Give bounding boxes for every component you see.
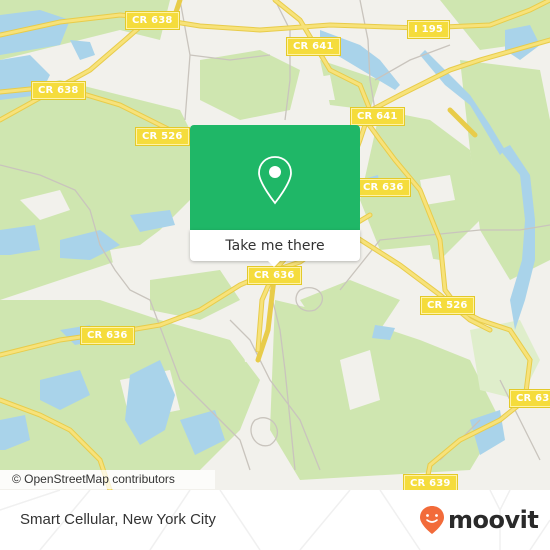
map-attribution[interactable]: © OpenStreetMap contributors bbox=[0, 470, 215, 489]
moovit-logo[interactable]: moovit bbox=[419, 505, 539, 535]
road-label-cr636: CR 636 bbox=[80, 326, 135, 345]
take-me-there-button[interactable]: Take me there bbox=[190, 230, 360, 261]
popup-header bbox=[190, 125, 360, 230]
road-label-cr636: CR 636 bbox=[247, 266, 302, 285]
road-label-cr641: CR 641 bbox=[350, 107, 405, 126]
map[interactable]: CR 638 I 195 CR 641 CR 638 CR 526 CR 641… bbox=[0, 0, 550, 490]
map-pin-icon bbox=[258, 156, 292, 205]
road-label-cr526: CR 526 bbox=[135, 127, 190, 146]
moovit-pin-icon bbox=[420, 506, 444, 534]
road-label-i195: I 195 bbox=[406, 20, 451, 39]
road-label-cr636: CR 636 bbox=[356, 178, 411, 197]
road-label-cr639: CR 639 bbox=[403, 474, 458, 490]
road-label-cr638: CR 638 bbox=[125, 11, 180, 30]
road-label-cr638: CR 638 bbox=[31, 81, 86, 100]
road-label-cr639: CR 639 bbox=[509, 389, 550, 408]
location-popup: Take me there bbox=[190, 125, 360, 267]
road-label-cr526: CR 526 bbox=[420, 296, 475, 315]
road-label-cr641: CR 641 bbox=[286, 37, 341, 56]
moovit-wordmark: moovit bbox=[448, 506, 539, 534]
popup-pointer bbox=[267, 260, 281, 267]
footer: Smart Cellular, New York City moovit bbox=[0, 490, 550, 550]
place-name: Smart Cellular, New York City bbox=[20, 511, 216, 528]
